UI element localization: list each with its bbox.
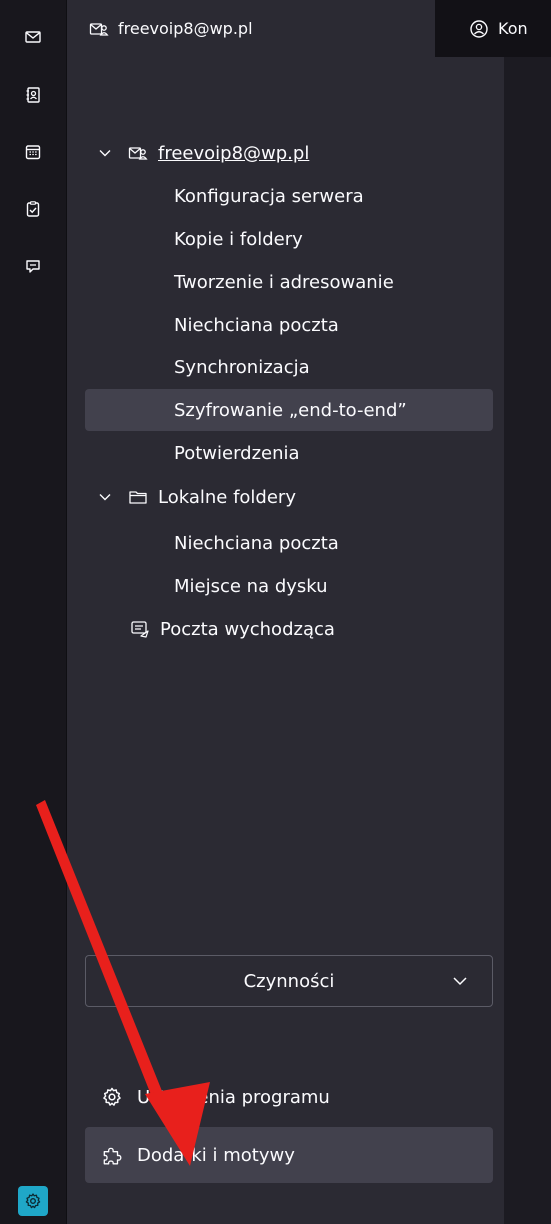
actions-dropdown[interactable]: Czynności <box>85 955 493 1007</box>
tree-account-row[interactable]: freevoip8@wp.pl <box>98 132 309 174</box>
outgoing-mail-icon <box>131 621 149 638</box>
gear-icon <box>25 1193 41 1209</box>
tree-item-label: Kopie i foldery <box>174 228 303 250</box>
calendar-icon <box>25 145 41 160</box>
address-book-space-button[interactable] <box>18 80 48 110</box>
settings-space-button[interactable] <box>18 1186 48 1216</box>
tree-local-folders-label: Lokalne foldery <box>158 486 296 508</box>
chevron-down-icon <box>99 494 111 501</box>
tree-item-local-junk[interactable]: Niechciana poczta <box>174 522 339 564</box>
account-icon <box>128 147 148 160</box>
settings-content-area <box>504 57 551 1224</box>
calendar-space-button[interactable] <box>18 137 48 167</box>
tab-label: freevoip8@wp.pl <box>118 19 253 38</box>
tab-contacts[interactable]: Kon <box>447 0 551 57</box>
tree-item-label: Potwierdzenia <box>174 442 300 464</box>
tree-item-server-settings[interactable]: Konfiguracja serwera <box>174 175 364 217</box>
tasks-space-button[interactable] <box>18 194 48 224</box>
tree-item-label: Niechciana poczta <box>174 532 339 554</box>
app-settings-button[interactable]: Ustawienia programu <box>85 1069 493 1125</box>
tree-item-label: Tworzenie i adresowanie <box>174 271 394 293</box>
chat-space-button[interactable] <box>18 251 48 281</box>
spaces-toolbar <box>0 0 67 1224</box>
tree-item-disk-space[interactable]: Miejsce na dysku <box>174 565 328 607</box>
mail-space-button[interactable] <box>18 22 48 52</box>
tree-item-label: Niechciana poczta <box>174 314 339 336</box>
tree-item-junk-settings[interactable]: Niechciana poczta <box>174 304 339 346</box>
thunderbird-window: freevoip8@wp.pl Kon freevoip8@wp.pl Konf… <box>0 0 551 1224</box>
tasks-icon <box>26 201 40 217</box>
tree-item-label: Miejsce na dysku <box>174 575 328 597</box>
chat-icon <box>26 260 40 273</box>
tree-item-end-to-end-encryption[interactable]: Szyfrowanie „end-to-end” <box>85 389 493 431</box>
tree-item-composition-addressing[interactable]: Tworzenie i adresowanie <box>174 261 394 303</box>
addons-themes-button[interactable]: Dodatki i motywy <box>85 1127 493 1183</box>
chevron-down-icon <box>99 150 111 157</box>
address-book-tab-icon <box>470 19 488 38</box>
addons-themes-label: Dodatki i motywy <box>137 1144 295 1166</box>
tab-strip: freevoip8@wp.pl Kon <box>67 0 551 57</box>
app-settings-label: Ustawienia programu <box>137 1086 330 1108</box>
tree-outgoing-label: Poczta wychodząca <box>160 618 335 640</box>
tree-item-label: Synchronizacja <box>174 356 310 378</box>
tree-item-copies-folders[interactable]: Kopie i foldery <box>174 218 303 260</box>
tab-label: Kon <box>498 19 528 38</box>
tree-item-synchronization[interactable]: Synchronizacja <box>174 346 310 388</box>
gear-icon <box>103 1087 121 1106</box>
mail-icon <box>25 31 41 43</box>
tab-account-settings[interactable]: freevoip8@wp.pl <box>67 0 435 57</box>
tree-item-return-receipts[interactable]: Potwierdzenia <box>174 432 300 474</box>
actions-dropdown-label: Czynności <box>243 970 335 992</box>
tree-account-label: freevoip8@wp.pl <box>158 142 310 164</box>
tree-local-folders-row[interactable]: Lokalne foldery <box>98 476 296 518</box>
tree-item-label: Konfiguracja serwera <box>174 185 364 207</box>
folder-icon <box>129 491 147 504</box>
account-icon <box>89 22 109 36</box>
address-book-icon <box>26 87 40 103</box>
chevron-down-icon <box>453 977 467 986</box>
tree-outgoing-server-row[interactable]: Poczta wychodząca <box>130 608 335 650</box>
puzzle-icon <box>103 1147 122 1165</box>
tree-item-label: Szyfrowanie „end-to-end” <box>174 399 407 421</box>
